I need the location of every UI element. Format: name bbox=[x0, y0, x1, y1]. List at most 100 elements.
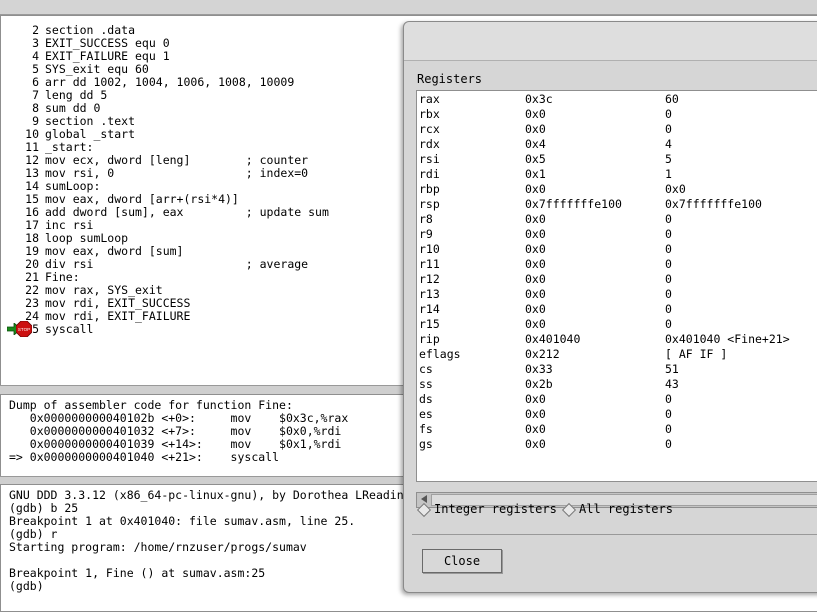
register-row[interactable]: rax 0x3c 60 bbox=[419, 92, 817, 107]
all-registers-radio[interactable]: All registers bbox=[561, 502, 673, 517]
register-hex-value: 0x212 bbox=[525, 347, 560, 361]
register-name: rbp bbox=[419, 182, 440, 196]
register-name: rsp bbox=[419, 197, 440, 211]
line-code: sum dd 0 bbox=[45, 101, 101, 115]
register-name: eflags bbox=[419, 347, 461, 361]
register-row[interactable]: r14 0x0 0 bbox=[419, 302, 817, 317]
register-row[interactable]: rcx 0x0 0 bbox=[419, 122, 817, 137]
line-code: EXIT_FAILURE equ 1 bbox=[45, 49, 170, 63]
svg-text:STOP: STOP bbox=[18, 327, 30, 332]
register-hex-value: 0x7fffffffe100 bbox=[525, 197, 622, 211]
radio-diamond-icon bbox=[561, 502, 577, 517]
register-hex-value: 0x33 bbox=[525, 362, 553, 376]
register-row[interactable]: rdi 0x1 1 bbox=[419, 167, 817, 182]
console-line: Starting program: /home/rnzuser/progs/su… bbox=[9, 540, 307, 554]
line-code: mov rdi, EXIT_FAILURE bbox=[45, 309, 191, 323]
register-row[interactable]: eflags 0x212 [ AF IF ] bbox=[419, 347, 817, 362]
source-lines: 2 section .data 3 EXIT_SUCCESS equ 0 4 EXIT_F… bbox=[1, 24, 329, 336]
register-natural-value: 0 bbox=[665, 227, 672, 241]
register-hex-value: 0x0 bbox=[525, 212, 546, 226]
register-hex-value: 0x0 bbox=[525, 227, 546, 241]
assembler-line: => 0x0000000000401040 <+21>: syscall bbox=[9, 450, 280, 464]
register-natural-value: 0 bbox=[665, 107, 672, 121]
register-row[interactable]: r13 0x0 0 bbox=[419, 287, 817, 302]
register-row[interactable]: ss 0x2b 43 bbox=[419, 377, 817, 392]
register-natural-value: [ AF IF ] bbox=[665, 347, 728, 361]
register-natural-value: 0x0 bbox=[665, 182, 686, 196]
register-name: rax bbox=[419, 92, 440, 106]
register-name: rdi bbox=[419, 167, 440, 181]
register-row[interactable]: r9 0x0 0 bbox=[419, 227, 817, 242]
register-row[interactable]: r8 0x0 0 bbox=[419, 212, 817, 227]
register-row[interactable]: rdx 0x4 4 bbox=[419, 137, 817, 152]
line-code: mov ecx, dword [leng] ; counter bbox=[45, 153, 309, 167]
register-row[interactable]: cs 0x33 51 bbox=[419, 362, 817, 377]
register-name: rip bbox=[419, 332, 440, 346]
register-hex-value: 0x2b bbox=[525, 377, 553, 391]
stop-icon[interactable]: STOP bbox=[16, 321, 32, 337]
register-natural-value: 0 bbox=[665, 392, 672, 406]
line-code: sumLoop: bbox=[45, 179, 101, 193]
register-row[interactable]: ds 0x0 0 bbox=[419, 392, 817, 407]
register-natural-value: 5 bbox=[665, 152, 672, 166]
register-row[interactable]: r10 0x0 0 bbox=[419, 242, 817, 257]
radio-diamond-icon bbox=[416, 502, 432, 517]
register-hex-value: 0x0 bbox=[525, 302, 546, 316]
register-name: fs bbox=[419, 422, 433, 436]
register-hex-value: 0x0 bbox=[525, 242, 546, 256]
register-row[interactable]: gs 0x0 0 bbox=[419, 437, 817, 452]
register-name: r13 bbox=[419, 287, 440, 301]
line-code: inc rsi bbox=[45, 218, 94, 232]
register-hex-value: 0x0 bbox=[525, 257, 546, 271]
source-line[interactable]: 5 syscall bbox=[1, 323, 329, 336]
register-hex-value: 0x0 bbox=[525, 422, 546, 436]
register-name: rbx bbox=[419, 107, 440, 121]
register-natural-value: 0 bbox=[665, 407, 672, 421]
register-hex-value: 0x0 bbox=[525, 272, 546, 286]
register-hex-value: 0x5 bbox=[525, 152, 546, 166]
register-hex-value: 0x1 bbox=[525, 167, 546, 181]
line-code: Fine: bbox=[45, 270, 80, 284]
register-hex-value: 0x0 bbox=[525, 182, 546, 196]
register-hex-value: 0x401040 bbox=[525, 332, 581, 346]
register-row[interactable]: fs 0x0 0 bbox=[419, 422, 817, 437]
register-row[interactable]: es 0x0 0 bbox=[419, 407, 817, 422]
register-natural-value: 0 bbox=[665, 437, 672, 451]
line-code: mov rdi, EXIT_SUCCESS bbox=[45, 296, 191, 310]
register-row[interactable]: r12 0x0 0 bbox=[419, 272, 817, 287]
register-natural-value: 0 bbox=[665, 212, 672, 226]
console-line: (gdb) bbox=[9, 579, 44, 593]
line-code: global _start bbox=[45, 127, 136, 141]
line-code: syscall bbox=[45, 322, 94, 336]
dialog-divider bbox=[412, 534, 817, 535]
line-code: arr dd 1002, 1004, 1006, 1008, 10009 bbox=[45, 75, 295, 89]
register-row[interactable]: rbp 0x0 0x0 bbox=[419, 182, 817, 197]
register-name: rsi bbox=[419, 152, 440, 166]
console-line: Breakpoint 1 at 0x401040: file sumav.asm… bbox=[9, 514, 356, 528]
register-row[interactable]: r11 0x0 0 bbox=[419, 257, 817, 272]
window-top-bar bbox=[0, 0, 817, 15]
register-row[interactable]: rbx 0x0 0 bbox=[419, 107, 817, 122]
register-natural-value: 0 bbox=[665, 257, 672, 271]
line-code: mov eax, dword [arr+(rsi*4)] bbox=[45, 192, 239, 206]
line-code: _start: bbox=[45, 140, 94, 154]
dialog-title-bar[interactable] bbox=[404, 22, 817, 61]
register-name: r15 bbox=[419, 317, 440, 331]
line-code: mov eax, dword [sum] bbox=[45, 244, 184, 258]
close-button[interactable]: Close bbox=[422, 549, 502, 573]
register-row[interactable]: r15 0x0 0 bbox=[419, 317, 817, 332]
register-name: r8 bbox=[419, 212, 433, 226]
registers-table[interactable]: rax 0x3c 60 rbx 0x0 0 rcx 0x0 0 rdx 0x4 4 rsi 0x5 5 rdi… bbox=[416, 90, 817, 482]
register-natural-value: 0 bbox=[665, 422, 672, 436]
register-natural-value: 0 bbox=[665, 287, 672, 301]
register-natural-value: 0 bbox=[665, 302, 672, 316]
register-row[interactable]: rip 0x401040 0x401040 <Fine+21> bbox=[419, 332, 817, 347]
register-name: rdx bbox=[419, 137, 440, 151]
register-row[interactable]: rsp 0x7fffffffe100 0x7fffffffe100 bbox=[419, 197, 817, 212]
register-hex-value: 0x3c bbox=[525, 92, 553, 106]
integer-registers-radio[interactable]: Integer registers bbox=[416, 502, 557, 517]
console-lines: GNU DDD 3.3.12 (x86_64-pc-linux-gnu), by… bbox=[9, 489, 404, 593]
register-name: r10 bbox=[419, 242, 440, 256]
register-hex-value: 0x0 bbox=[525, 287, 546, 301]
register-row[interactable]: rsi 0x5 5 bbox=[419, 152, 817, 167]
